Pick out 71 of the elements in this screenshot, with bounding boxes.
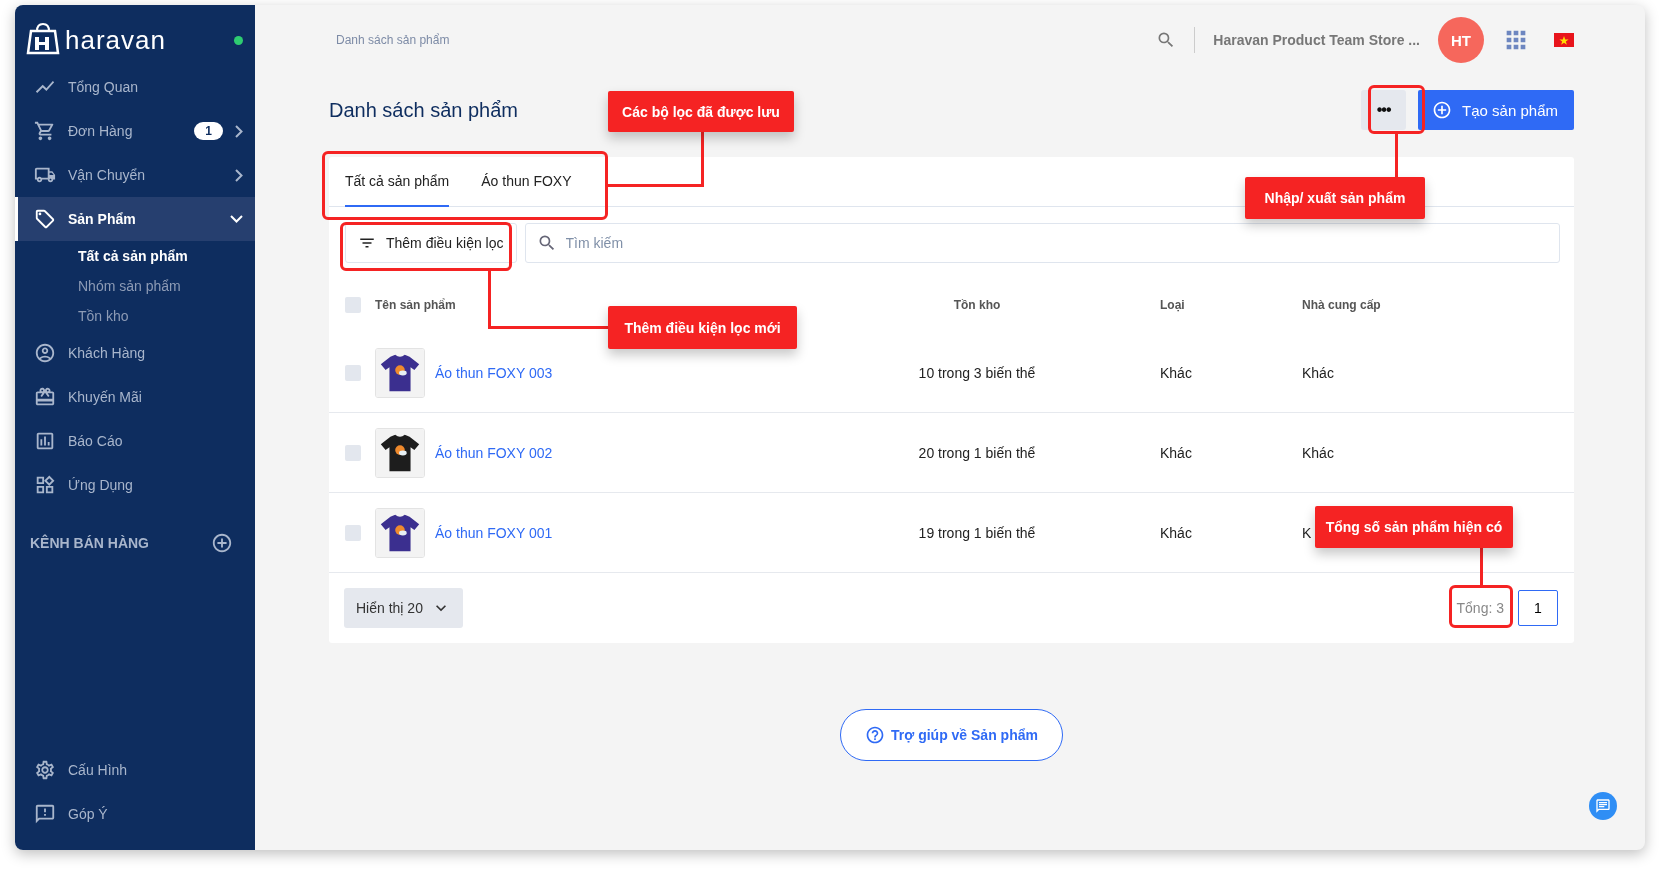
bar-chart-icon: [34, 430, 56, 452]
annotation-callout: Thêm điều kiện lọc mới: [608, 306, 797, 349]
chat-icon: [1595, 798, 1611, 814]
table-cell: Khác: [1160, 364, 1192, 381]
chat-button[interactable]: [1589, 792, 1617, 820]
highlight-frame: [1368, 85, 1425, 134]
feedback-icon: [34, 803, 56, 825]
nav-item[interactable]: Góp Ý: [15, 792, 255, 836]
help-button[interactable]: Trợ giúp về Sản phẩm: [840, 709, 1063, 761]
page-size-dropdown[interactable]: Hiển thị 20: [344, 588, 463, 628]
annotation-callout: Nhập/ xuất sản phẩm: [1245, 177, 1425, 219]
table-cell: Khác: [1302, 444, 1334, 461]
nav-item[interactable]: Báo Cáo: [15, 419, 255, 463]
table-cell: 19 trong 1 biến thể: [918, 524, 1036, 541]
add-filter-button[interactable]: Thêm điều kiện lọc: [345, 223, 517, 263]
flag-icon[interactable]: [1554, 33, 1574, 47]
page-button[interactable]: 1: [1518, 590, 1558, 626]
nav-subitem[interactable]: Tồn kho: [15, 301, 255, 331]
column-header: Tồn kho: [953, 298, 1001, 312]
settings-icon: [34, 759, 56, 781]
product-link[interactable]: Áo thun FOXY 003: [435, 364, 553, 381]
column-header: Loại: [1160, 298, 1185, 312]
count-badge: 1: [194, 122, 223, 140]
column-header: Nhà cung cấp: [1302, 298, 1381, 312]
nav-item[interactable]: Tổng Quan: [15, 65, 255, 109]
nav-item[interactable]: Cấu Hình: [15, 748, 255, 792]
chevron-down-icon: [230, 215, 243, 223]
nav-item[interactable]: Khuyến Mãi: [15, 375, 255, 419]
nav-item[interactable]: Đơn Hàng 1: [15, 109, 255, 153]
page-title: Danh sách sản phẩm: [329, 98, 518, 122]
row-checkbox[interactable]: [345, 444, 361, 461]
leader-line: [1480, 548, 1483, 585]
nav-item[interactable]: Ứng Dụng: [15, 463, 255, 507]
table-cell: 10 trong 3 biến thể: [918, 364, 1036, 381]
gift-icon: [34, 386, 56, 408]
product-link[interactable]: Áo thun FOXY 002: [435, 444, 553, 461]
product-link[interactable]: Áo thun FOXY 001: [435, 524, 553, 541]
table-cell: Khác: [1160, 524, 1192, 541]
search-field[interactable]: Tìm kiếm: [524, 223, 1560, 263]
row-checkbox[interactable]: [345, 364, 361, 381]
table-cell: K: [1302, 524, 1312, 541]
nav-item[interactable]: Sản Phẩm: [15, 197, 255, 241]
annotation-callout: Các bộ lọc đã được lưu: [608, 91, 794, 132]
table-cell: Khác: [1160, 444, 1192, 461]
tab[interactable]: Tất cả sản phẩm: [345, 157, 450, 207]
cart-icon: [34, 120, 56, 142]
chevron-right-icon: [235, 124, 243, 138]
nav-item[interactable]: Khách Hàng: [15, 331, 255, 375]
tab[interactable]: Áo thun FOXY: [481, 157, 572, 207]
more-button[interactable]: •••: [1361, 90, 1407, 130]
widgets-icon: [34, 474, 56, 496]
table-cell: 20 trong 1 biến thể: [918, 444, 1036, 461]
tag-icon: [34, 208, 56, 230]
leader-line: [1395, 134, 1398, 177]
column-header: Tên sản phẩm: [375, 298, 456, 312]
select-all-checkbox[interactable]: [345, 297, 361, 313]
logo-icon: [25, 23, 61, 57]
brand-name: haravan: [65, 24, 167, 56]
highlight-frame: [1449, 585, 1513, 628]
create-product-button[interactable]: Tạo sản phẩm: [1418, 90, 1574, 130]
row-checkbox[interactable]: [345, 524, 361, 541]
section-heading: KÊNH BÁN HÀNG: [30, 535, 149, 551]
nav-subitem[interactable]: Tất cả sản phẩm: [15, 241, 255, 271]
chevron-right-icon: [235, 168, 243, 182]
store-name[interactable]: Haravan Product Team Store ...: [1213, 32, 1420, 48]
total-count: Tổng: 3: [1455, 600, 1505, 616]
nav-item[interactable]: Vận Chuyển: [15, 153, 255, 197]
annotation-callout: Tổng số sản phẩm hiện có: [1315, 506, 1513, 548]
table-cell: Khác: [1302, 364, 1334, 381]
nav-subitem[interactable]: Nhóm sản phẩm: [15, 271, 255, 301]
help-icon: [865, 725, 886, 745]
